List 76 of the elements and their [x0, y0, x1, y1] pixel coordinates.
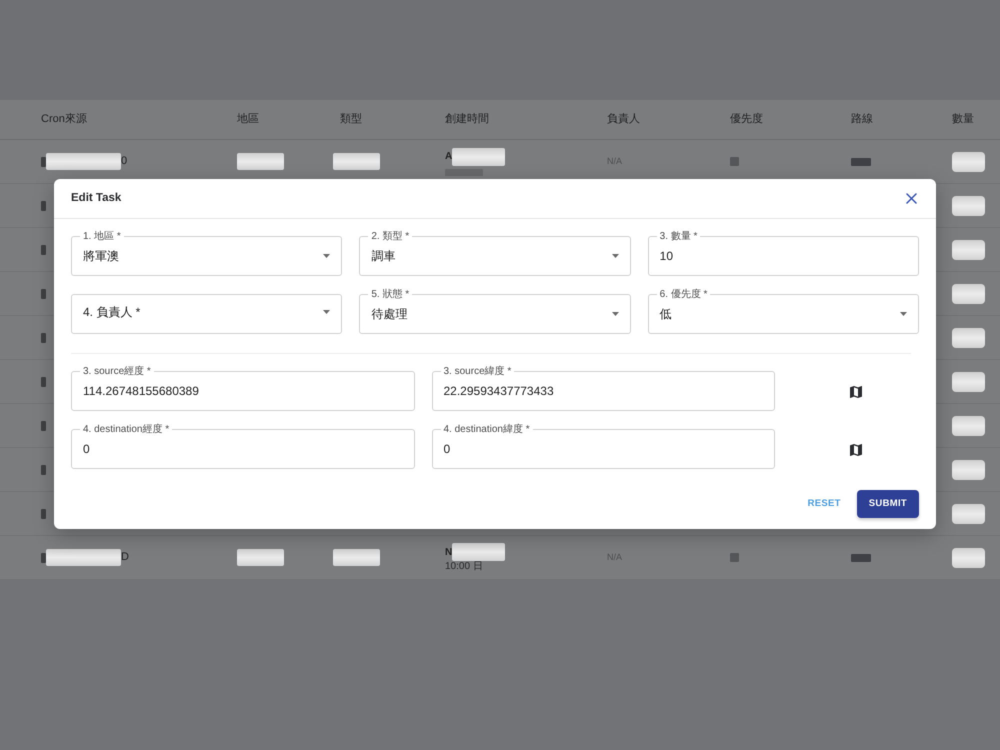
redacted-block: [952, 240, 985, 260]
column-header: 類型: [340, 112, 362, 128]
blurred-text-mark: [851, 554, 871, 562]
field-label: 3. source經度 *: [82, 366, 152, 377]
blurred-text-mark: [41, 376, 46, 386]
field-label: 3. 數量 *: [658, 231, 698, 242]
redacted-block: [952, 548, 985, 568]
field-label: 4. destination緯度 *: [442, 424, 531, 435]
column-header: Cron來源: [41, 112, 87, 128]
field-label: 2. 類型 *: [370, 231, 410, 242]
cell-text: N: [445, 546, 452, 558]
blurred-text-mark: [730, 157, 739, 166]
redacted-block: [952, 196, 985, 216]
select-field[interactable]: 5. 狀態 * 待處理: [359, 289, 631, 334]
select-field[interactable]: 6. 優先度 * 低: [648, 289, 919, 334]
text-field[interactable]: 3. source緯度 * 22.29593437773433: [432, 366, 775, 411]
map-button[interactable]: [848, 384, 864, 400]
blurred-text-mark: [41, 464, 46, 474]
cell-text: A: [445, 151, 452, 162]
select-field[interactable]: 2. 類型 * 調車: [359, 231, 631, 276]
redacted-block: [333, 549, 380, 566]
cell-text: D: [121, 551, 129, 564]
redacted-block: [952, 460, 985, 480]
text-field[interactable]: 4. destination緯度 * 0: [432, 424, 775, 469]
field-label: 4. destination經度 *: [82, 424, 170, 435]
close-button[interactable]: [904, 191, 919, 206]
text-field[interactable]: 3. source經度 * 114.26748155680389: [71, 366, 414, 411]
redacted-block: [952, 152, 985, 172]
text-field[interactable]: 4. destination經度 * 0: [71, 424, 414, 469]
field-label: 5. 狀態 *: [370, 289, 410, 300]
caret-icon: [323, 254, 330, 258]
select-field[interactable]: 4. 負責人 *: [71, 294, 342, 334]
caret-icon: [612, 254, 619, 258]
redacted-block: [452, 148, 506, 166]
column-header: 地區: [237, 112, 259, 128]
blurred-text-mark: [41, 508, 46, 518]
column-header: 優先度: [730, 112, 763, 128]
redacted-block: [237, 549, 284, 566]
cell-text: 10:00 日: [445, 561, 483, 572]
blurred-text-mark: [730, 553, 739, 562]
caret-icon: [612, 312, 619, 316]
submit-button[interactable]: SUBMIT: [856, 490, 919, 518]
blurred-text-mark: [41, 288, 46, 298]
blurred-text-mark: [41, 420, 46, 430]
map-button[interactable]: [848, 442, 864, 458]
dialog-title: Edit Task: [71, 190, 122, 206]
redacted-block: [452, 543, 506, 561]
map-icon: [850, 386, 862, 398]
field-label: 1. 地區 *: [82, 231, 122, 242]
column-header: 創建時間: [445, 112, 489, 128]
redacted-block: [952, 284, 985, 304]
column-header: 數量: [952, 112, 974, 128]
blurred-text-mark: [851, 158, 871, 166]
redacted-block: [333, 153, 380, 170]
field-label: 6. 優先度 *: [658, 289, 708, 300]
close-icon: [906, 193, 917, 204]
column-header: 路線: [851, 112, 873, 128]
redacted-block: [952, 416, 985, 436]
redacted-block: [952, 504, 985, 524]
blurred-text-mark: [445, 168, 483, 176]
caret-icon: [323, 310, 330, 314]
field-label: 3. source緯度 *: [442, 366, 512, 377]
blurred-text-mark: [41, 332, 46, 342]
blurred-text-mark: [41, 552, 46, 562]
redacted-block: [237, 153, 284, 170]
cell-text: 0: [121, 155, 128, 168]
blurred-text-mark: [41, 200, 46, 210]
redacted-block: [952, 372, 985, 392]
blurred-text-mark: [41, 156, 46, 166]
map-icon: [850, 444, 862, 456]
column-header: 負責人: [607, 112, 640, 128]
select-field[interactable]: 1. 地區 * 將軍澳: [71, 231, 342, 276]
text-field[interactable]: 3. 數量 * 10: [648, 231, 919, 276]
caret-icon: [900, 312, 907, 316]
redacted-block: [952, 328, 985, 348]
blurred-text-mark: [41, 244, 46, 254]
